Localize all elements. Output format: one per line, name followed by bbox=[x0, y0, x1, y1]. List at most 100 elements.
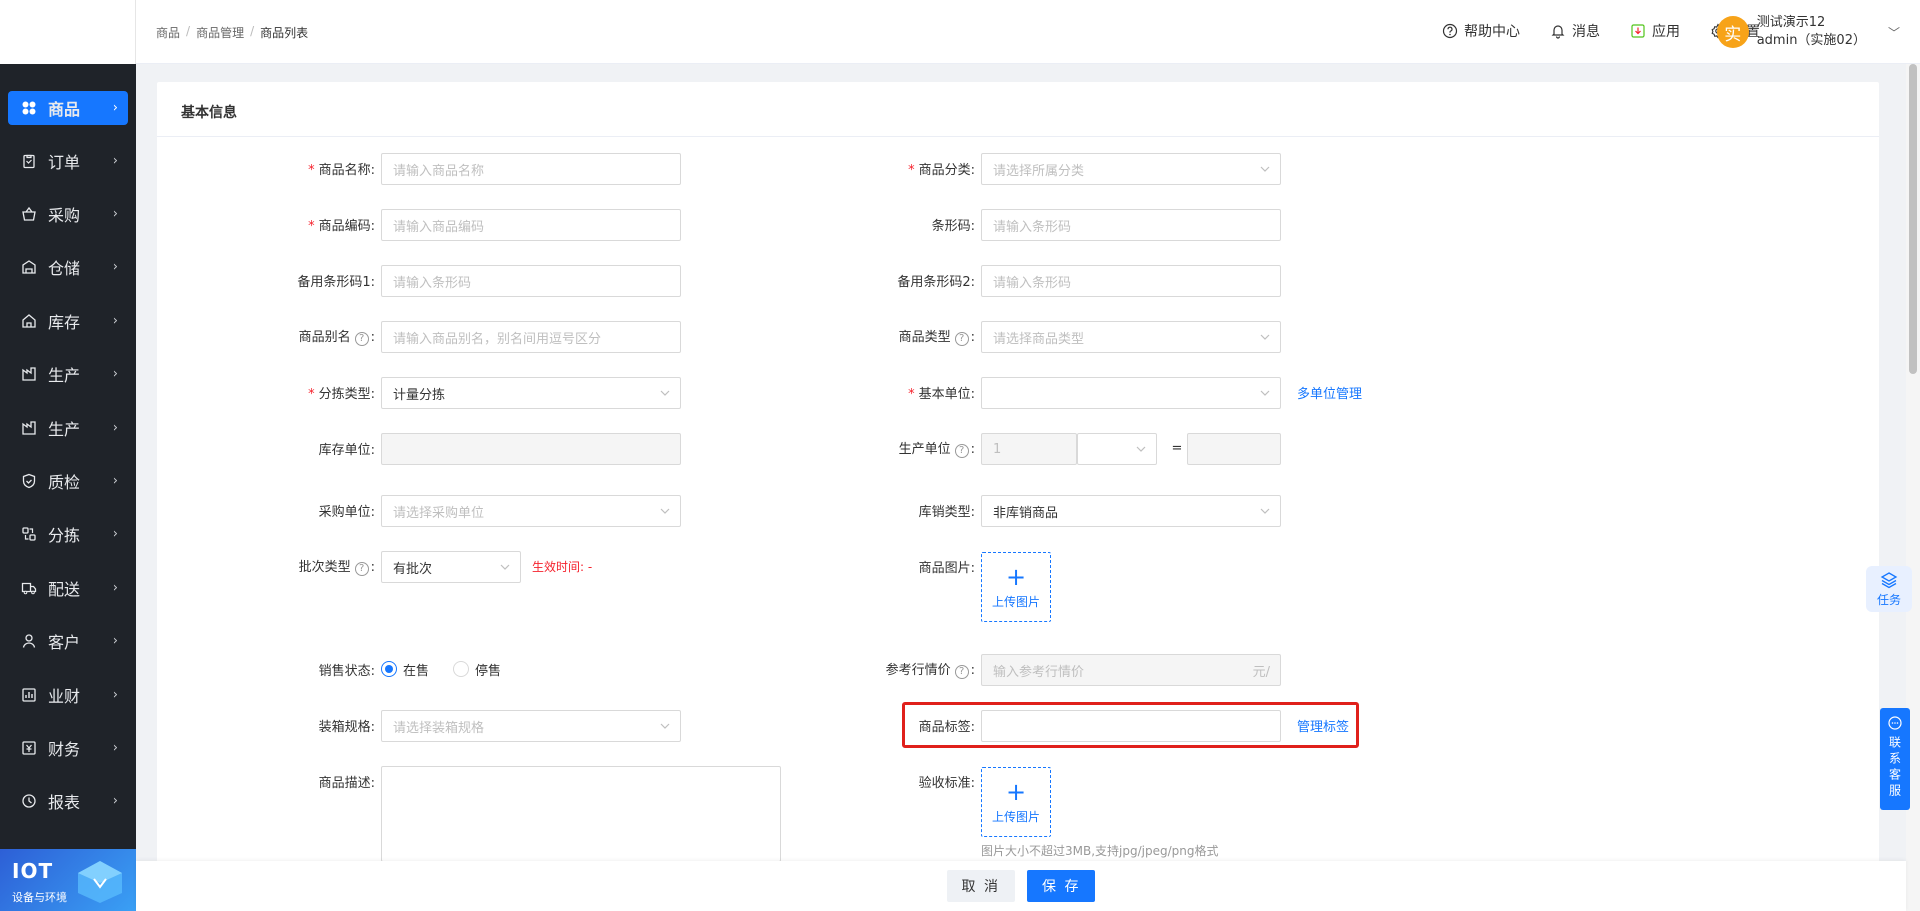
main-card: 基本信息 * 商品名称: 请输入商品名称 * 商品分类: 请选择所属分类 * 商品编码… bbox=[157, 82, 1879, 862]
sidebar-item[interactable]: 生产 › bbox=[0, 401, 136, 454]
avatar: 实 bbox=[1716, 16, 1749, 48]
sidebar-item[interactable]: 配送 › bbox=[0, 561, 136, 614]
tenant-name: 测试演示12 bbox=[1756, 15, 1826, 30]
sidebar-item[interactable]: 商品 › bbox=[8, 91, 128, 125]
save-button[interactable]: 保 存 bbox=[1027, 870, 1096, 902]
plus-icon: + bbox=[1005, 777, 1027, 806]
sidebar-item[interactable]: 分拣 › bbox=[0, 508, 136, 561]
upload-accept-image-button[interactable]: + 上传图片 bbox=[981, 767, 1051, 837]
ref-price-unit: 元/ bbox=[1252, 664, 1270, 680]
sidebar-item-label: 订单 bbox=[48, 152, 81, 172]
sort-type-value: 计量分拣 bbox=[393, 387, 446, 403]
equals-row: = bbox=[1167, 431, 1187, 465]
sidebar-item-label: 业财 bbox=[48, 686, 81, 706]
iot-title: IOT bbox=[12, 859, 54, 883]
task-float-button[interactable]: 任务 bbox=[1866, 566, 1912, 612]
user-menu[interactable]: 实 测试演示12 admin（实施02） ﹀ bbox=[1716, 14, 1900, 50]
sidebar-item-label: 客户 bbox=[48, 633, 81, 653]
barcode2-input[interactable]: 请输入条形码 bbox=[981, 265, 1281, 297]
help-icon[interactable]: ? bbox=[354, 561, 369, 576]
sidebar-nav: 商品 › 订单 › 采购 › 仓储 › 库存 › 生产 › 生产 › 质检 › 分拣 › 配送 › 客户 › 业财 › 财务 › 报… bbox=[0, 82, 136, 828]
header-tools: 帮助中心 消息 应用 设置 bbox=[1442, 21, 1760, 41]
breadcrumb-item[interactable]: 商品管理 bbox=[196, 24, 244, 41]
purchase-unit-select[interactable]: 请选择采购单位 bbox=[381, 495, 681, 527]
batch-type-select[interactable]: 有批次 bbox=[381, 551, 521, 583]
cancel-button[interactable]: 取 消 bbox=[946, 870, 1015, 902]
sort-type-select[interactable]: 计量分拣 bbox=[381, 377, 681, 409]
user-icon bbox=[20, 632, 38, 650]
barcode-label: 条形码: bbox=[931, 218, 975, 234]
multi-unit-row: 多单位管理 bbox=[1297, 375, 1362, 409]
user-names: 测试演示12 admin（实施02） bbox=[1757, 14, 1866, 50]
category-label-row: * 商品分类: bbox=[908, 162, 975, 178]
batch-label-row: 批次类型?: bbox=[298, 560, 375, 576]
packing-label-row: 装箱规格: bbox=[157, 708, 375, 742]
factory-icon bbox=[20, 365, 38, 383]
help-icon[interactable]: ? bbox=[354, 331, 369, 346]
breadcrumb-item[interactable]: 商品 bbox=[156, 24, 180, 41]
code-label-row: * 商品编码: bbox=[308, 218, 375, 234]
ref-price-label-row: 参考行情价?: bbox=[885, 663, 975, 679]
barcode1-input[interactable]: 请输入条形码 bbox=[381, 265, 681, 297]
tag-input[interactable] bbox=[981, 710, 1281, 742]
equals-sign: = bbox=[1171, 440, 1183, 456]
sales-type-select[interactable]: 非库销商品 bbox=[981, 495, 1281, 527]
messages-label: 消息 bbox=[1572, 24, 1600, 40]
code-input[interactable]: 请输入商品编码 bbox=[381, 209, 681, 241]
task-label: 任务 bbox=[1876, 592, 1901, 607]
type-select[interactable]: 请选择商品类型 bbox=[981, 321, 1281, 353]
help-icon[interactable]: ? bbox=[954, 443, 969, 458]
sidebar-item-label: 质检 bbox=[48, 473, 81, 493]
sidebar-item[interactable]: 客户 › bbox=[0, 615, 136, 668]
truck-icon bbox=[20, 579, 38, 597]
packing-select[interactable]: 请选择装箱规格 bbox=[381, 710, 681, 742]
upload-image-button[interactable]: + 上传图片 bbox=[981, 552, 1051, 622]
name-label-row: * 商品名称: bbox=[308, 162, 375, 178]
status-off-radio[interactable]: 停售 bbox=[453, 660, 501, 679]
sidebar-item[interactable]: 业财 › bbox=[0, 668, 136, 721]
top-header: 商品 / 商品管理 / 商品列表 帮助中心 消息 应用 设置 实 测试演示12 … bbox=[136, 0, 1920, 64]
clipboard-icon bbox=[20, 152, 38, 170]
manage-tags-link[interactable]: 管理标签 bbox=[1297, 716, 1349, 735]
code-label: 商品编码: bbox=[318, 218, 375, 234]
radio-dot bbox=[453, 661, 470, 677]
base-unit-select[interactable] bbox=[981, 377, 1281, 409]
shield-icon bbox=[20, 472, 38, 490]
sidebar-item[interactable]: 质检 › bbox=[0, 454, 136, 507]
name-input[interactable]: 请输入商品名称 bbox=[381, 153, 681, 185]
sidebar-item[interactable]: 仓储 › bbox=[0, 241, 136, 294]
help-icon[interactable]: ? bbox=[954, 331, 969, 346]
status-on-radio[interactable]: 在售 bbox=[381, 660, 429, 679]
logo-area bbox=[0, 0, 136, 64]
help-icon[interactable]: ? bbox=[954, 664, 969, 679]
help-center-button[interactable]: 帮助中心 bbox=[1442, 21, 1520, 41]
chevron-right-icon: › bbox=[112, 366, 118, 382]
iot-card[interactable]: IOT 设备与环境 bbox=[0, 849, 136, 911]
sidebar-item[interactable]: 库存 › bbox=[0, 294, 136, 347]
apps-button[interactable]: 应用 bbox=[1630, 21, 1680, 41]
sidebar-item[interactable]: 订单 › bbox=[0, 134, 136, 187]
bell-icon bbox=[1551, 25, 1565, 39]
sidebar-item[interactable]: 生产 › bbox=[0, 348, 136, 401]
barcode2-label-row: 备用条形码2: bbox=[757, 263, 975, 297]
description-textarea[interactable] bbox=[381, 766, 781, 862]
barcode-input[interactable]: 请输入条形码 bbox=[981, 209, 1281, 241]
alias-input[interactable]: 请输入商品别名，别名间用逗号区分 bbox=[381, 321, 681, 353]
chevron-down-icon bbox=[500, 564, 510, 570]
factory-icon bbox=[20, 419, 38, 437]
chart-icon bbox=[20, 686, 38, 704]
sidebar-item[interactable]: 采购 › bbox=[0, 187, 136, 240]
multi-unit-link[interactable]: 多单位管理 bbox=[1297, 383, 1362, 402]
chevron-down-icon bbox=[660, 723, 670, 729]
effective-time-text: 生效时间: - bbox=[532, 559, 593, 574]
barcode-label-row: 条形码: bbox=[757, 207, 975, 241]
prod-unit-select[interactable] bbox=[1077, 433, 1157, 465]
basket-icon bbox=[20, 205, 38, 223]
sidebar-item[interactable]: 财务 › bbox=[0, 721, 136, 774]
messages-button[interactable]: 消息 bbox=[1550, 21, 1600, 41]
customer-service-button[interactable]: 联系客服 bbox=[1880, 708, 1910, 810]
category-select[interactable]: 请选择所属分类 bbox=[981, 153, 1281, 185]
sidebar-item[interactable]: 报表 › bbox=[0, 775, 136, 828]
chevron-right-icon: › bbox=[112, 580, 118, 596]
scrollbar-thumb[interactable] bbox=[1909, 64, 1917, 374]
